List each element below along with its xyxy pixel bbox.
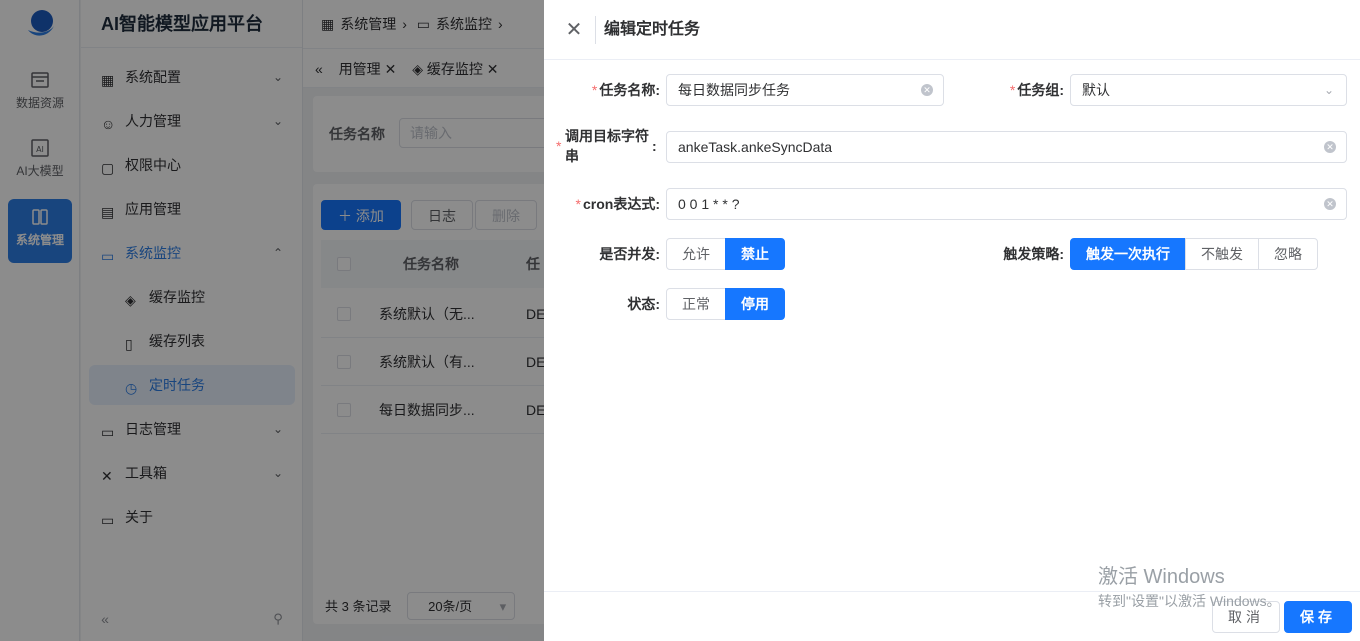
clear-icon[interactable]: ✕	[921, 84, 933, 96]
drawer-title: 编辑定时任务	[604, 21, 701, 38]
close-icon[interactable]: ✕	[564, 18, 584, 42]
task-name-value: 每日数据同步任务	[678, 82, 790, 98]
task-group-select[interactable]: 默认 ⌄	[1070, 74, 1347, 106]
task-group-value: 默认	[1082, 82, 1110, 98]
chevron-down-icon: ⌄	[1323, 83, 1334, 97]
misfire-fire-once-radio[interactable]: 触发一次执行	[1070, 238, 1186, 270]
modal-overlay[interactable]	[0, 0, 544, 641]
windows-activation-watermark: 激活 Windows 转到"设置"以激活 Windows。	[1098, 560, 1281, 611]
divider	[595, 16, 596, 44]
drawer-header: ✕ 编辑定时任务	[544, 0, 1360, 60]
status-label: 状态:	[627, 296, 660, 312]
watermark-line1: 激活 Windows	[1098, 566, 1225, 588]
task-name-label-text: 任务名称:	[599, 82, 660, 98]
cron-value: 0 0 1 * * ?	[678, 196, 740, 212]
task-name-input[interactable]: 每日数据同步任务 ✕	[666, 74, 944, 106]
concurrent-radio-group: 允许 禁止	[666, 238, 785, 270]
concurrent-allow-radio[interactable]: 允许	[666, 238, 726, 270]
invoke-target-value: ankeTask.ankeSyncData	[678, 139, 833, 155]
watermark-line2: 转到"设置"以激活 Windows。	[1098, 593, 1281, 609]
task-group-label-text: 任务组:	[1017, 82, 1064, 98]
status-radio-group: 正常 停用	[666, 288, 785, 320]
status-normal-radio[interactable]: 正常	[666, 288, 726, 320]
required-mark: *	[591, 82, 598, 98]
required-mark: *	[575, 196, 581, 212]
required-mark: *	[1009, 82, 1016, 98]
task-name-label: * 任务名称:	[564, 74, 660, 106]
target-label: * 调用目标字符串	[556, 126, 656, 166]
concurrent-forbid-radio[interactable]: 禁止	[725, 238, 785, 270]
clear-icon[interactable]: ✕	[1324, 198, 1336, 210]
task-group-label: * 任务组:	[964, 74, 1064, 106]
target-label-text: 调用目标字符串	[565, 128, 649, 164]
concurrent-label: 是否并发:	[599, 246, 660, 262]
cron-input[interactable]: 0 0 1 * * ? ✕	[666, 188, 1347, 220]
misfire-ignore-radio[interactable]: 忽略	[1258, 238, 1318, 270]
invoke-target-input[interactable]: ankeTask.ankeSyncData ✕	[666, 131, 1347, 163]
edit-task-drawer: ✕ 编辑定时任务 * 任务名称: 每日数据同步任务 ✕ * 任务组: 默认 ⌄ * 调用…	[544, 0, 1360, 641]
required-mark: *	[556, 138, 562, 154]
save-button[interactable]: 保存	[1284, 601, 1352, 633]
misfire-label: 触发策略:	[1003, 246, 1064, 262]
target-label-colon: :	[652, 138, 657, 154]
misfire-radio-group: 触发一次执行 不触发 忽略	[1070, 238, 1318, 270]
status-disabled-radio[interactable]: 停用	[725, 288, 785, 320]
misfire-do-nothing-radio[interactable]: 不触发	[1185, 238, 1259, 270]
clear-icon[interactable]: ✕	[1324, 141, 1336, 153]
cron-label: * cron表达式:	[554, 188, 660, 220]
cron-label-text: cron表达式:	[583, 196, 660, 212]
